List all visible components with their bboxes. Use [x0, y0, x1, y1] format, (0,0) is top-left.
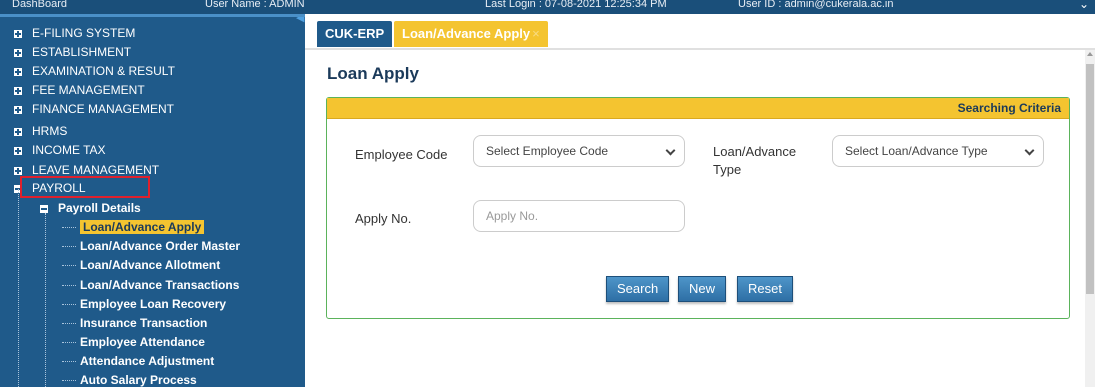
tab-loan-advance-apply[interactable]: Loan/Advance Apply × — [394, 21, 548, 47]
dashboard-link[interactable]: DashBoard — [12, 0, 67, 10]
expand-icon[interactable] — [14, 29, 22, 38]
search-button[interactable]: Search — [606, 276, 670, 302]
loan-type-select[interactable]: Select Loan/Advance Type — [832, 135, 1044, 167]
expand-icon[interactable] — [14, 48, 22, 57]
expand-icon[interactable] — [14, 105, 22, 114]
user-name-text: User Name : ADMIN — [205, 0, 305, 10]
sidebar-item-establishment[interactable]: ESTABLISHMENT — [14, 43, 131, 61]
payroll-highlight-box — [20, 176, 150, 198]
chevron-down-icon[interactable]: ⌄ — [1079, 0, 1089, 11]
sidebar-item-examination[interactable]: EXAMINATION & RESULT — [14, 62, 175, 80]
sidebar-group-payroll-details[interactable]: Payroll Details — [40, 199, 141, 217]
page-title: Loan Apply — [327, 64, 419, 83]
last-login-text: Last Login : 07-08-2021 12:25:34 PM — [485, 0, 667, 10]
apply-no-label: Apply No. — [355, 211, 412, 226]
tab-bar: CUK-ERP Loan/Advance Apply × — [305, 14, 1095, 50]
panel-header: Searching Criteria — [327, 98, 1069, 119]
loan-type-label: Loan/Advance Type — [713, 144, 797, 177]
sidebar-item-loan-transactions[interactable]: Loan/Advance Transactions — [62, 276, 239, 294]
sidebar-item-fee[interactable]: FEE MANAGEMENT — [14, 81, 145, 99]
expand-icon[interactable] — [14, 86, 22, 95]
sidebar-item-insurance-transaction[interactable]: Insurance Transaction — [62, 314, 207, 332]
sidebar-item-attendance-adjustment[interactable]: Attendance Adjustment — [62, 352, 214, 370]
scroll-up-icon[interactable] — [1087, 52, 1093, 56]
expand-icon[interactable] — [14, 166, 22, 175]
reset-button[interactable]: Reset — [737, 276, 793, 302]
main-content: CUK-ERP Loan/Advance Apply × Loan Apply S… — [305, 14, 1095, 387]
sidebar-item-loan-allotment[interactable]: Loan/Advance Allotment — [62, 256, 220, 274]
chevron-down-icon — [1024, 145, 1035, 156]
sidebar-item-loan-advance-apply[interactable]: Loan/Advance Apply — [62, 218, 205, 236]
chevron-down-icon — [665, 145, 676, 156]
close-icon[interactable]: × — [532, 26, 540, 41]
expand-icon[interactable] — [14, 146, 22, 155]
vertical-scrollbar[interactable] — [1085, 50, 1095, 387]
sidebar-item-finance[interactable]: FINANCE MANAGEMENT — [14, 100, 174, 118]
employee-code-label: Employee Code — [355, 147, 448, 162]
tab-cuk-erp[interactable]: CUK-ERP — [317, 21, 393, 47]
employee-code-select[interactable]: Select Employee Code — [473, 135, 685, 167]
scrollbar-thumb[interactable] — [1086, 64, 1094, 294]
sidebar-item-efiling[interactable]: E-FILING SYSTEM — [14, 24, 135, 42]
tree-guide-line — [45, 213, 46, 387]
sidebar-item-hrms[interactable]: HRMS — [14, 122, 67, 140]
sidebar-item-employee-attendance[interactable]: Employee Attendance — [62, 333, 205, 351]
top-status-bar: DashBoard User Name : ADMIN Last Login :… — [0, 0, 1095, 14]
apply-no-input[interactable]: Apply No. — [473, 200, 685, 232]
new-button[interactable]: New — [678, 276, 727, 302]
sidebar-item-loan-recovery[interactable]: Employee Loan Recovery — [62, 295, 226, 313]
collapse-sidebar-icon[interactable]: ◀ — [296, 17, 304, 25]
user-id-text: User ID : admin@cukerala.ac.in — [738, 0, 894, 10]
sidebar-nav: ◀ E-FILING SYSTEM ESTABLISHMENT EXAMINAT… — [0, 14, 305, 387]
search-criteria-panel: Searching Criteria Employee Code Select … — [326, 97, 1070, 319]
expand-icon[interactable] — [14, 127, 22, 136]
sidebar-item-income-tax[interactable]: INCOME TAX — [14, 141, 106, 159]
sidebar-item-auto-salary-process[interactable]: Auto Salary Process — [62, 371, 197, 387]
sidebar-item-loan-order-master[interactable]: Loan/Advance Order Master — [62, 237, 240, 255]
tree-guide-line — [18, 189, 19, 387]
collapse-icon[interactable] — [40, 204, 48, 213]
expand-icon[interactable] — [14, 67, 22, 76]
